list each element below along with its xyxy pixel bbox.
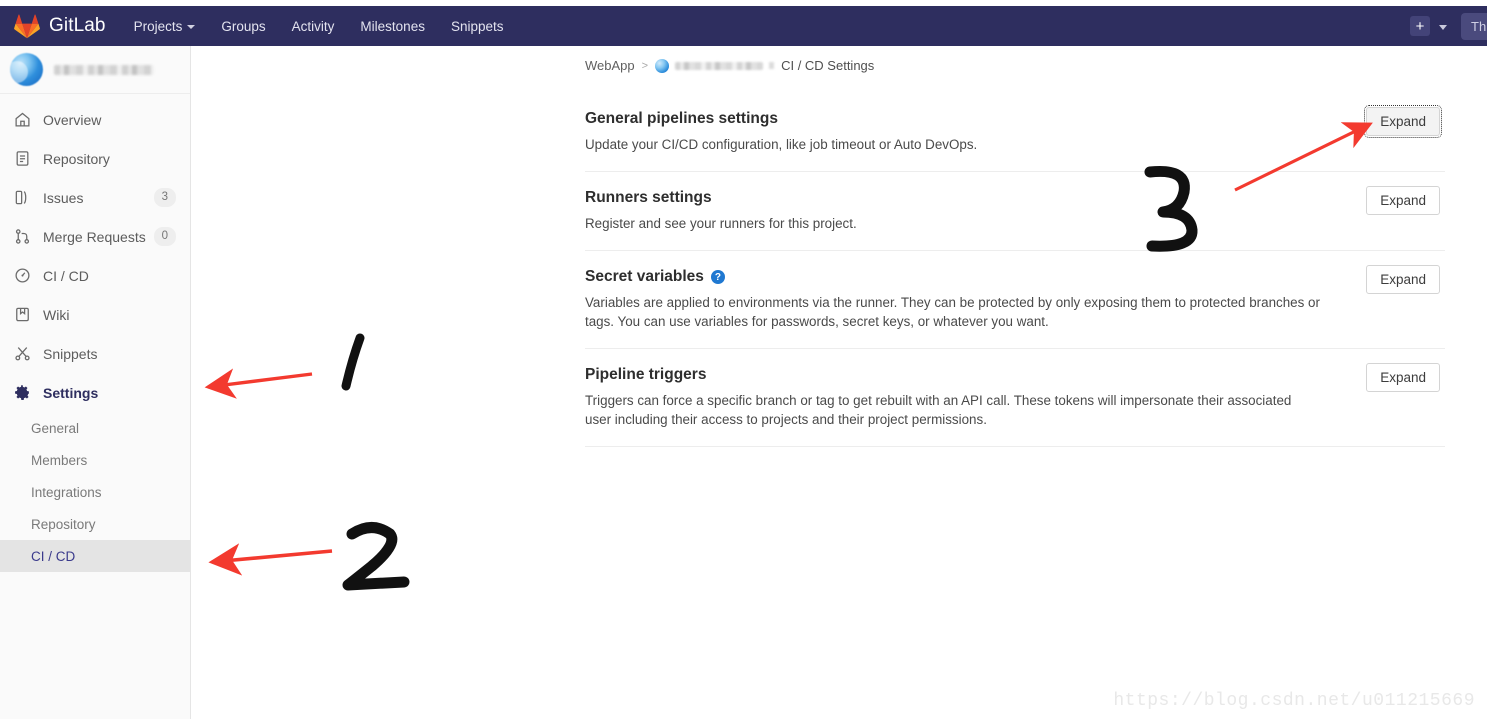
section-pipeline-triggers: Pipeline triggers Triggers can force a s… (585, 349, 1445, 448)
main-content: WebApp > CI / CD Settings General pipeli… (191, 46, 1487, 719)
breadcrumb-root[interactable]: WebApp (585, 58, 635, 73)
rocket-icon (13, 266, 32, 285)
secret-variables-title-text: Secret variables (585, 268, 704, 286)
gitlab-ci-cd-settings-page: GitLab Projects Groups Activity Mileston… (0, 0, 1487, 719)
secret-variables-expand-button[interactable]: Expand (1366, 265, 1440, 295)
breadcrumb-current: CI / CD Settings (781, 58, 875, 73)
document-icon (13, 149, 32, 168)
breadcrumb-project-name-redacted (675, 61, 764, 70)
home-icon (13, 110, 32, 129)
sidebar-item-ci-cd-label: CI / CD (43, 267, 89, 284)
sidebar-item-overview-label: Overview (43, 111, 102, 128)
nav-link-projects[interactable]: Projects (134, 19, 196, 34)
section-runners-settings: Runners settings Register and see your r… (585, 172, 1445, 252)
breadcrumb-separator-redacted (769, 62, 775, 69)
runners-settings-expand-button[interactable]: Expand (1366, 186, 1440, 216)
section-secret-variables: Secret variables ? Variables are applied… (585, 251, 1445, 350)
plus-icon[interactable]: + (1410, 16, 1430, 36)
navbar-right-actions: + This (1410, 6, 1487, 46)
sidebar-item-repository-label: Repository (43, 150, 110, 167)
secret-variables-description: Variables are applied to environments vi… (585, 295, 1320, 330)
nav-link-projects-label: Projects (133, 18, 183, 34)
sidebar-item-issues[interactable]: Issues 3 (0, 178, 190, 217)
gitlab-tanuki-icon[interactable] (14, 13, 40, 39)
sidebar-item-overview[interactable]: Overview (0, 100, 190, 139)
project-avatar-icon (655, 58, 670, 73)
chevron-down-icon (187, 25, 196, 29)
issues-icon (13, 188, 32, 207)
sidebar-item-merge-requests-label: Merge Requests (43, 228, 146, 245)
settings-sections: General pipelines settings Update your C… (191, 79, 1487, 448)
sidebar-subitem-ci-cd[interactable]: CI / CD (0, 540, 190, 572)
general-pipelines-title-text: General pipelines settings (585, 110, 778, 127)
sidebar-subitem-general[interactable]: General (0, 412, 190, 444)
project-sidebar: Overview Repository Issues 3 Merge Reque… (0, 46, 191, 719)
merge-requests-count-badge: 0 (153, 227, 176, 246)
chevron-down-icon[interactable] (1439, 25, 1447, 30)
merge-request-icon (13, 227, 32, 246)
nav-link-activity[interactable]: Activity (292, 19, 335, 34)
nav-link-groups[interactable]: Groups (221, 19, 265, 34)
runners-settings-title-text: Runners settings (585, 189, 712, 207)
project-header[interactable] (0, 46, 190, 94)
sidebar-nav-list: Overview Repository Issues 3 Merge Reque… (0, 94, 190, 576)
breadcrumb-project[interactable] (655, 58, 775, 73)
question-help-icon[interactable]: ? (710, 270, 725, 285)
pipeline-triggers-description: Triggers can force a specific branch or … (585, 393, 1292, 428)
sidebar-item-settings[interactable]: Settings (0, 373, 190, 412)
issues-count-badge: 3 (153, 188, 176, 207)
sidebar-item-repository[interactable]: Repository (0, 139, 190, 178)
breadcrumb-separator: > (641, 59, 649, 72)
watermark: https://blog.csdn.net/u011215669 (1113, 691, 1475, 711)
pipeline-triggers-title-text: Pipeline triggers (585, 366, 707, 384)
general-pipelines-expand-button[interactable]: Expand (1364, 105, 1442, 138)
runners-settings-title: Runners settings (585, 189, 1445, 207)
sidebar-item-wiki-label: Wiki (43, 306, 70, 323)
sidebar-item-issues-label: Issues (43, 189, 84, 206)
pipeline-triggers-expand-button[interactable]: Expand (1366, 363, 1440, 393)
section-general-pipelines-settings: General pipelines settings Update your C… (585, 93, 1445, 173)
secret-variables-title: Secret variables ? (585, 268, 1445, 286)
sidebar-item-settings-label: Settings (43, 384, 99, 401)
brand-label[interactable]: GitLab (49, 15, 106, 37)
sidebar-item-ci-cd[interactable]: CI / CD (0, 256, 190, 295)
sidebar-subitem-repository[interactable]: Repository (0, 508, 190, 540)
scissors-icon (13, 344, 32, 363)
general-pipelines-description: Update your CI/CD configuration, like jo… (585, 137, 978, 152)
sidebar-item-snippets-label: Snippets (43, 345, 98, 362)
general-pipelines-title: General pipelines settings (585, 110, 1445, 128)
top-navbar: GitLab Projects Groups Activity Mileston… (0, 6, 1487, 46)
pipeline-triggers-title: Pipeline triggers (585, 366, 1445, 384)
primary-nav: Projects Groups Activity Milestones Snip… (134, 19, 504, 34)
sidebar-subitem-members[interactable]: Members (0, 444, 190, 476)
sidebar-item-merge-requests[interactable]: Merge Requests 0 (0, 217, 190, 256)
nav-link-snippets[interactable]: Snippets (451, 19, 504, 34)
sidebar-subitem-integrations[interactable]: Integrations (0, 476, 190, 508)
project-name-redacted (54, 64, 154, 75)
nav-link-milestones[interactable]: Milestones (360, 19, 425, 34)
truncated-user-button[interactable]: This (1461, 12, 1487, 40)
breadcrumb: WebApp > CI / CD Settings (191, 46, 1487, 79)
sidebar-item-snippets[interactable]: Snippets (0, 334, 190, 373)
project-avatar (10, 53, 43, 86)
settings-submenu: General Members Integrations Repository … (0, 412, 190, 576)
gear-icon (13, 383, 32, 402)
book-icon (13, 305, 32, 324)
runners-settings-description: Register and see your runners for this p… (585, 216, 857, 232)
sidebar-item-wiki[interactable]: Wiki (0, 295, 190, 334)
